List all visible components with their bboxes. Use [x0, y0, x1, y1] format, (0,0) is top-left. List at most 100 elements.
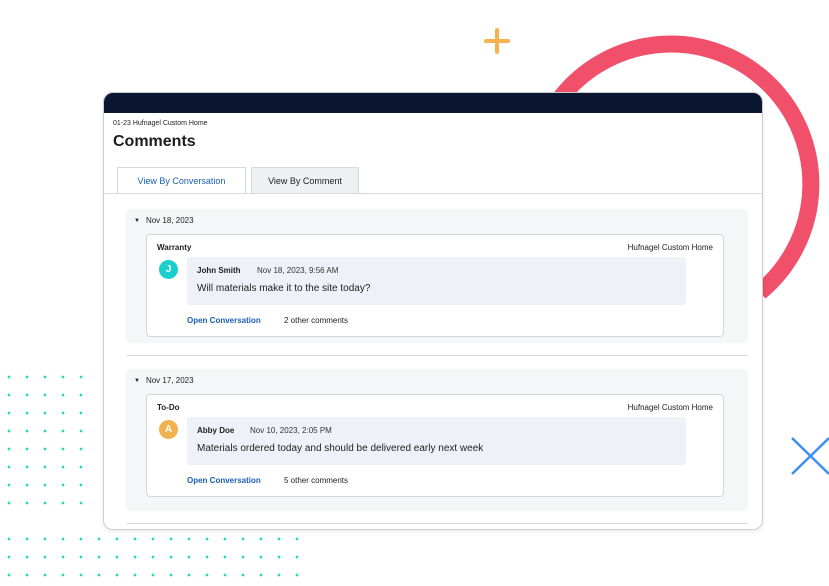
date-group-header[interactable]: ▼ Nov 18, 2023	[134, 216, 194, 225]
decorative-dot	[187, 537, 191, 541]
decorative-dot	[7, 537, 11, 541]
tab-view-by-conversation[interactable]: View By Conversation	[117, 167, 246, 193]
date-label: Nov 18, 2023	[145, 216, 194, 225]
tab-view-by-comment[interactable]: View By Comment	[251, 167, 359, 193]
decorative-dot	[79, 429, 83, 433]
decorative-dot	[7, 393, 11, 397]
decorative-dot	[169, 537, 173, 541]
decorative-dot	[25, 447, 29, 451]
decorative-dot	[241, 537, 245, 541]
plus-icon	[484, 28, 510, 54]
decorative-dot	[115, 573, 119, 577]
decorative-dot	[259, 537, 263, 541]
decorative-dot	[61, 375, 65, 379]
decorative-dot	[7, 483, 11, 487]
comment-message: Materials ordered today and should be de…	[197, 443, 484, 454]
avatar: A	[159, 420, 178, 439]
decorative-dot	[295, 573, 299, 577]
decorative-dot	[61, 573, 65, 577]
decorative-dot	[133, 537, 137, 541]
project-name: 01-23 Hufnagel Custom Home	[113, 120, 208, 127]
decorative-dot	[187, 555, 191, 559]
decorative-dot	[43, 447, 47, 451]
decorative-dot	[61, 501, 65, 505]
comment-timestamp: Nov 18, 2023, 9:56 AM	[257, 266, 339, 275]
conversation-card: Warranty Hufnagel Custom Home J John Smi…	[146, 234, 724, 337]
decorative-dot	[295, 555, 299, 559]
decorative-dot	[43, 537, 47, 541]
decorative-dot	[241, 573, 245, 577]
window-titlebar	[104, 93, 762, 113]
card-type: Warranty	[157, 243, 192, 252]
decorative-dot	[25, 429, 29, 433]
decorative-dot	[79, 555, 83, 559]
decorative-dot	[25, 573, 29, 577]
other-comments-count: 5 other comments	[284, 476, 349, 485]
decorative-dot	[25, 393, 29, 397]
card-type: To-Do	[157, 403, 180, 412]
decorative-dot	[61, 483, 65, 487]
decorative-dot	[25, 483, 29, 487]
decorative-dot	[61, 447, 65, 451]
decorative-dot	[97, 537, 101, 541]
decorative-dot	[241, 555, 245, 559]
decorative-dot	[97, 573, 101, 577]
decorative-dot	[43, 501, 47, 505]
conversation-card: To-Do Hufnagel Custom Home A Abby Doe No…	[146, 394, 724, 497]
date-group-header[interactable]: ▼ Nov 17, 2023	[134, 376, 194, 385]
decorative-dot	[169, 573, 173, 577]
decorative-dot	[151, 555, 155, 559]
decorative-dot	[61, 555, 65, 559]
decorative-dot	[187, 573, 191, 577]
decorative-dot	[79, 375, 83, 379]
decorative-dot	[277, 555, 281, 559]
open-conversation-link[interactable]: Open Conversation	[187, 476, 261, 485]
decorative-dot	[61, 429, 65, 433]
decorative-dot	[277, 573, 281, 577]
decorative-dot	[79, 573, 83, 577]
comments-window: 01-23 Hufnagel Custom Home Comments View…	[103, 92, 763, 530]
decorative-dot	[61, 393, 65, 397]
decorative-dot	[151, 573, 155, 577]
avatar: J	[159, 260, 178, 279]
date-label: Nov 17, 2023	[145, 376, 194, 385]
comment-bubble: John Smith Nov 18, 2023, 9:56 AM Will ma…	[187, 257, 686, 305]
decorative-dot	[79, 447, 83, 451]
comment-timestamp: Nov 10, 2023, 2:05 PM	[250, 426, 332, 435]
group-divider	[126, 523, 748, 524]
decorative-dot	[7, 465, 11, 469]
decorative-dot	[205, 555, 209, 559]
decorative-dot	[79, 411, 83, 415]
decorative-dot	[133, 555, 137, 559]
cross-icon	[791, 437, 829, 475]
comment-author: John Smith	[197, 266, 241, 275]
decorative-dot	[79, 465, 83, 469]
decorative-dot	[7, 411, 11, 415]
decorative-dot	[295, 537, 299, 541]
decorative-dot	[43, 573, 47, 577]
decorative-dot	[79, 501, 83, 505]
decorative-dot	[7, 573, 11, 577]
group-divider	[126, 355, 748, 356]
decorative-dot	[25, 501, 29, 505]
decorative-dot	[79, 393, 83, 397]
decorative-dot	[205, 573, 209, 577]
comment-author: Abby Doe	[197, 426, 235, 435]
decorative-dot	[79, 483, 83, 487]
comment-message: Will materials make it to the site today…	[197, 283, 371, 294]
decorative-dot	[277, 537, 281, 541]
decorative-dot	[61, 465, 65, 469]
decorative-dot	[133, 573, 137, 577]
decorative-dot	[43, 465, 47, 469]
open-conversation-link[interactable]: Open Conversation	[187, 316, 261, 325]
decorative-dot	[43, 393, 47, 397]
view-tabs: View By Conversation View By Comment	[117, 167, 359, 193]
decorative-dot	[223, 573, 227, 577]
decorative-dot	[115, 537, 119, 541]
decorative-dot	[7, 447, 11, 451]
decorative-dot	[25, 375, 29, 379]
decorative-dot	[25, 465, 29, 469]
decorative-dot	[25, 537, 29, 541]
decorative-dot	[151, 537, 155, 541]
decorative-dot	[115, 555, 119, 559]
